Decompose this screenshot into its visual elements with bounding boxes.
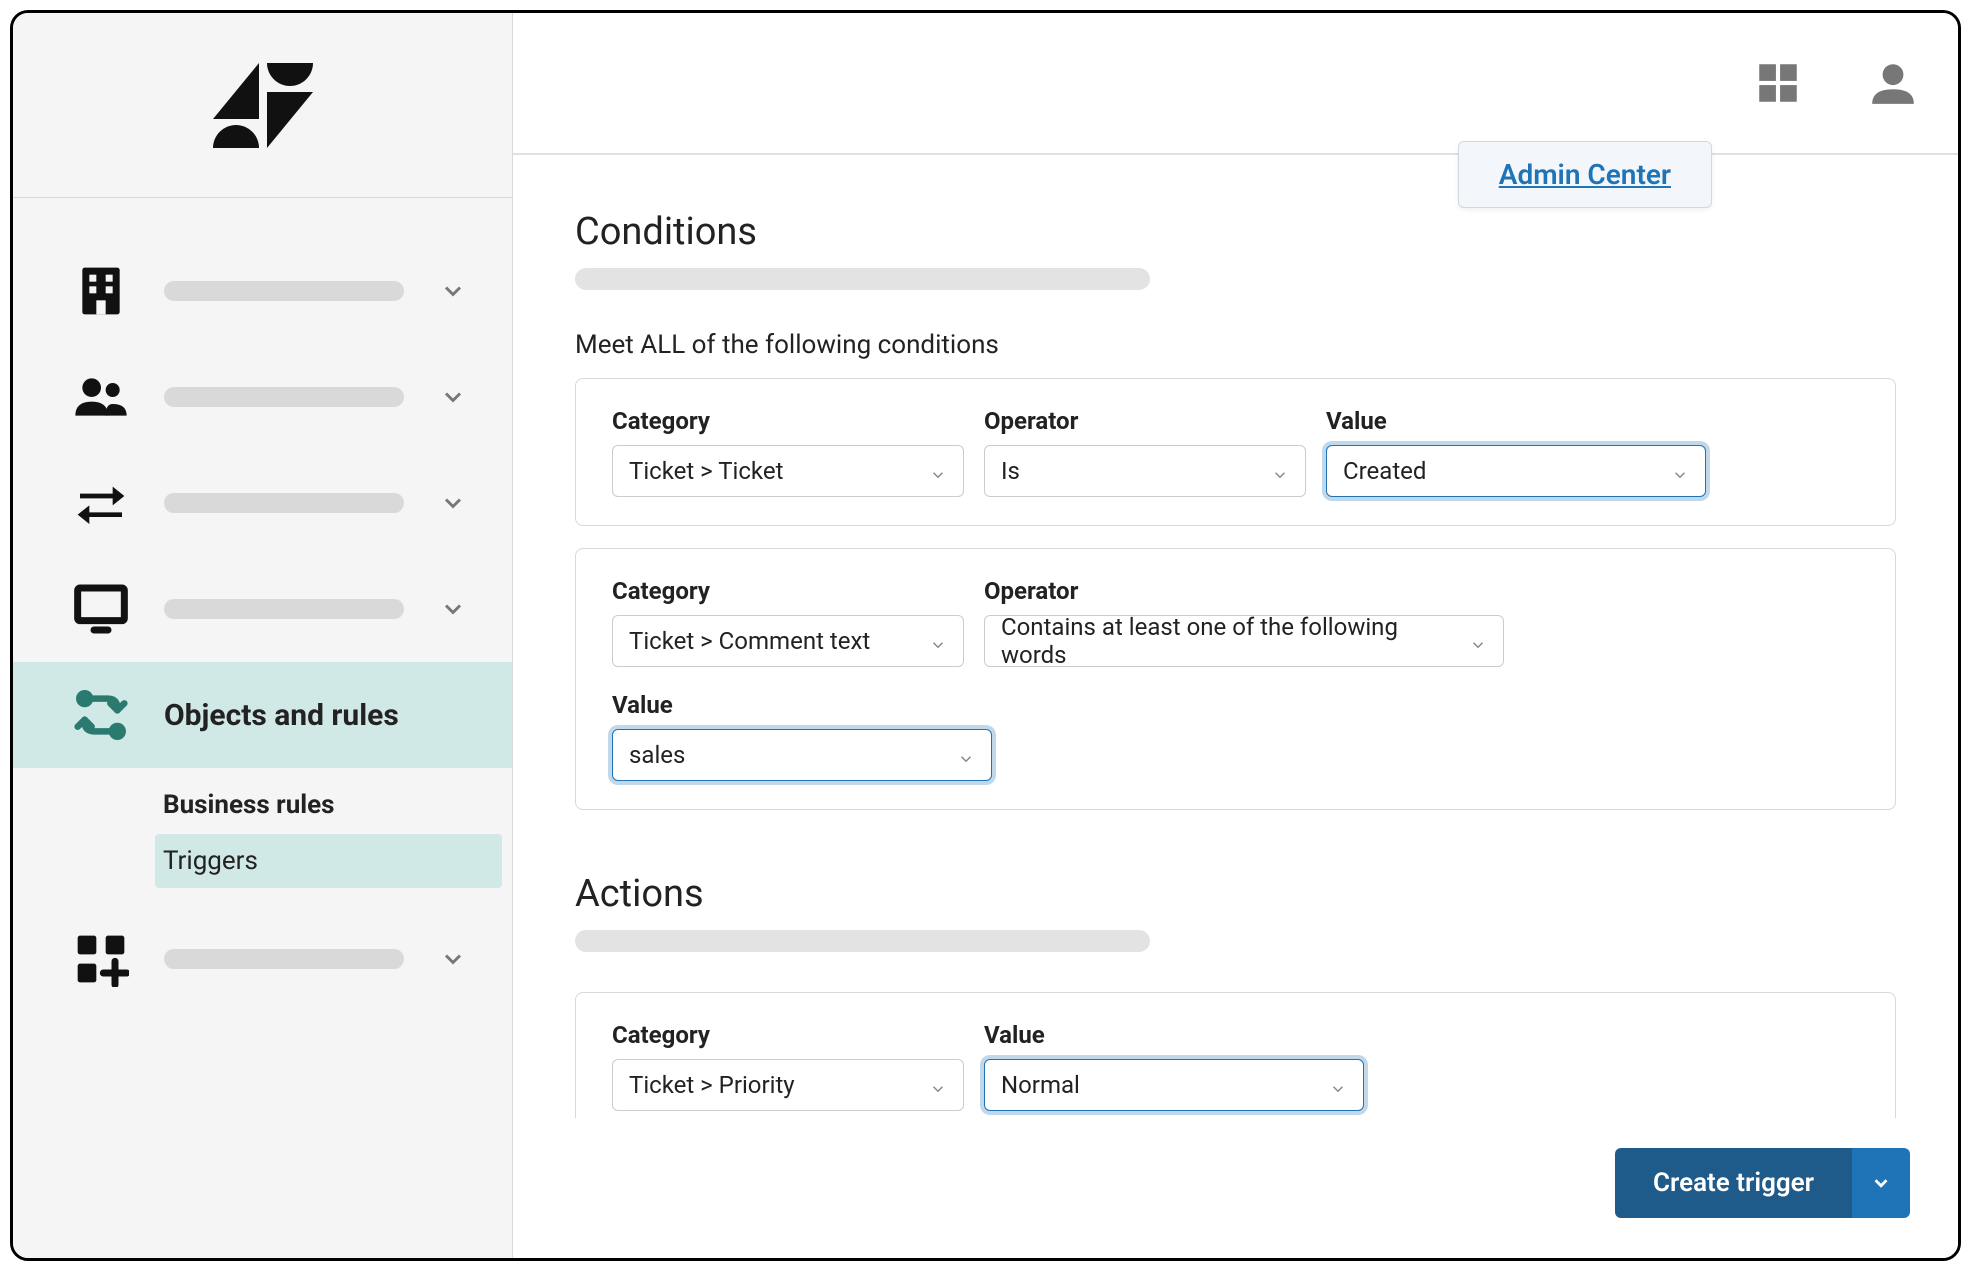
- main-content: Admin Center Conditions Meet ALL of the …: [513, 13, 1958, 1258]
- admin-center-link[interactable]: Admin Center: [1499, 158, 1671, 191]
- action-value-select[interactable]: Normal: [984, 1059, 1364, 1111]
- field-label-category: Category: [612, 1021, 964, 1049]
- sidebar-item-channels[interactable]: [13, 450, 512, 556]
- field-label-value: Value: [1326, 407, 1706, 435]
- meet-all-label: Meet ALL of the following conditions: [575, 330, 1896, 360]
- value-input[interactable]: sales: [612, 729, 992, 781]
- chevron-down-icon: [439, 595, 467, 623]
- operator-select[interactable]: Contains at least one of the following w…: [984, 615, 1504, 667]
- arrows-swap-icon: [73, 475, 129, 531]
- user-profile-icon[interactable]: [1868, 58, 1918, 108]
- create-trigger-button-group: Create trigger: [1615, 1148, 1910, 1218]
- rules-icon: [73, 687, 129, 743]
- operator-select[interactable]: Is: [984, 445, 1306, 497]
- select-value: Ticket > Ticket: [629, 457, 783, 485]
- content-area: Conditions Meet ALL of the following con…: [513, 155, 1958, 1118]
- app-window: Objects and rules Business rules Trigger…: [10, 10, 1961, 1261]
- apps-grid-icon[interactable]: [1753, 58, 1803, 108]
- field-label-operator: Operator: [984, 577, 1504, 605]
- admin-center-tooltip: Admin Center: [1458, 141, 1712, 208]
- action-card: Category Ticket > Priority Value Normal: [575, 992, 1896, 1118]
- sidebar-item-placeholder: [164, 493, 404, 513]
- chevron-down-icon: [957, 746, 975, 764]
- sidebar-subgroup: Business rules Triggers: [13, 768, 512, 888]
- select-value: Created: [1343, 457, 1426, 485]
- sidebar-item-people[interactable]: [13, 344, 512, 450]
- monitor-icon: [73, 581, 129, 637]
- field-label-category: Category: [612, 407, 964, 435]
- chevron-down-icon: [1671, 462, 1689, 480]
- chevron-down-icon: [1271, 462, 1289, 480]
- create-trigger-button[interactable]: Create trigger: [1615, 1148, 1852, 1218]
- sidebar-item-label: Objects and rules: [164, 698, 472, 733]
- zendesk-logo-icon: [213, 63, 313, 148]
- sidebar-item-objects-rules[interactable]: Objects and rules: [13, 662, 512, 768]
- conditions-title: Conditions: [575, 210, 1896, 254]
- chevron-down-icon: [929, 632, 947, 650]
- sidebar-sub-item-triggers[interactable]: Triggers: [155, 834, 502, 888]
- chevron-down-icon: [1329, 1076, 1347, 1094]
- chevron-down-icon: [1469, 632, 1487, 650]
- sidebar-item-placeholder: [164, 387, 404, 407]
- condition-card: Category Ticket > Comment text Operator …: [575, 548, 1896, 810]
- actions-description-placeholder: [575, 930, 1150, 952]
- select-value: Contains at least one of the following w…: [1001, 613, 1457, 669]
- chevron-down-icon: [929, 1076, 947, 1094]
- chevron-down-icon: [439, 945, 467, 973]
- action-category-select[interactable]: Ticket > Priority: [612, 1059, 964, 1111]
- select-value: Normal: [1001, 1071, 1080, 1099]
- chevron-down-icon: [929, 462, 947, 480]
- field-label-value: Value: [984, 1021, 1364, 1049]
- sidebar: Objects and rules Business rules Trigger…: [13, 13, 513, 1258]
- sidebar-item-workspace[interactable]: [13, 238, 512, 344]
- conditions-description-placeholder: [575, 268, 1150, 290]
- actions-title: Actions: [575, 872, 1896, 916]
- field-label-value: Value: [612, 691, 992, 719]
- sidebar-item-apps[interactable]: [13, 906, 512, 1012]
- value-select[interactable]: Created: [1326, 445, 1706, 497]
- sidebar-item-placeholder: [164, 281, 404, 301]
- logo-area: [13, 13, 512, 198]
- create-trigger-split-button[interactable]: [1852, 1148, 1910, 1218]
- field-label-category: Category: [612, 577, 964, 605]
- sidebar-item-placeholder: [164, 949, 404, 969]
- chevron-down-icon: [439, 383, 467, 411]
- sidebar-item-placeholder: [164, 599, 404, 619]
- category-select[interactable]: Ticket > Ticket: [612, 445, 964, 497]
- chevron-down-icon: [439, 489, 467, 517]
- chevron-down-icon: [439, 277, 467, 305]
- footer: Create trigger: [513, 1118, 1958, 1258]
- field-label-operator: Operator: [984, 407, 1306, 435]
- select-value: Ticket > Comment text: [629, 627, 870, 655]
- condition-card: Category Ticket > Ticket Operator Is: [575, 378, 1896, 526]
- topbar: [513, 13, 1958, 155]
- sidebar-item-workspaces[interactable]: [13, 556, 512, 662]
- building-icon: [73, 263, 129, 319]
- apps-add-icon: [73, 931, 129, 987]
- select-value: Is: [1001, 457, 1020, 485]
- sidebar-nav: Objects and rules Business rules Trigger…: [13, 198, 512, 1012]
- select-value: sales: [629, 741, 685, 769]
- people-icon: [73, 369, 129, 425]
- select-value: Ticket > Priority: [629, 1071, 795, 1099]
- sidebar-sub-header: Business rules: [163, 776, 512, 834]
- category-select[interactable]: Ticket > Comment text: [612, 615, 964, 667]
